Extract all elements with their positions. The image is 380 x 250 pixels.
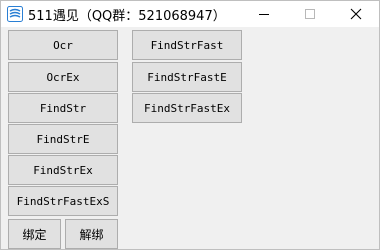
close-icon xyxy=(350,8,362,20)
find-str-fast-ex-s-button[interactable]: FindStrFastExS xyxy=(8,186,118,216)
find-str-e-button[interactable]: FindStrE xyxy=(8,124,118,154)
maximize-button[interactable] xyxy=(287,1,333,27)
find-str-ex-button[interactable]: FindStrEx xyxy=(8,155,118,185)
window-title: 511遇见（QQ群：521068947） xyxy=(28,9,226,24)
find-str-fast-ex-button[interactable]: FindStrFastEx xyxy=(132,93,242,123)
find-str-fast-e-button[interactable]: FindStrFastE xyxy=(132,62,242,92)
maximize-icon xyxy=(305,9,315,19)
app-icon xyxy=(7,6,23,22)
bind-button[interactable]: 绑定 xyxy=(8,219,61,249)
minimize-icon xyxy=(259,14,269,15)
title-bar[interactable]: 511遇见（QQ群：521068947） xyxy=(1,1,379,27)
minimize-button[interactable] xyxy=(241,1,287,27)
ocr-ex-button[interactable]: OcrEx xyxy=(8,62,118,92)
ocr-button[interactable]: Ocr xyxy=(8,30,118,60)
find-str-fast-button[interactable]: FindStrFast xyxy=(132,30,242,60)
app-window: 511遇见（QQ群：521068947） Ocr OcrEx FindStr F… xyxy=(0,0,380,250)
unbind-button[interactable]: 解绑 xyxy=(65,219,118,249)
find-str-button[interactable]: FindStr xyxy=(8,93,118,123)
close-button[interactable] xyxy=(333,1,379,27)
